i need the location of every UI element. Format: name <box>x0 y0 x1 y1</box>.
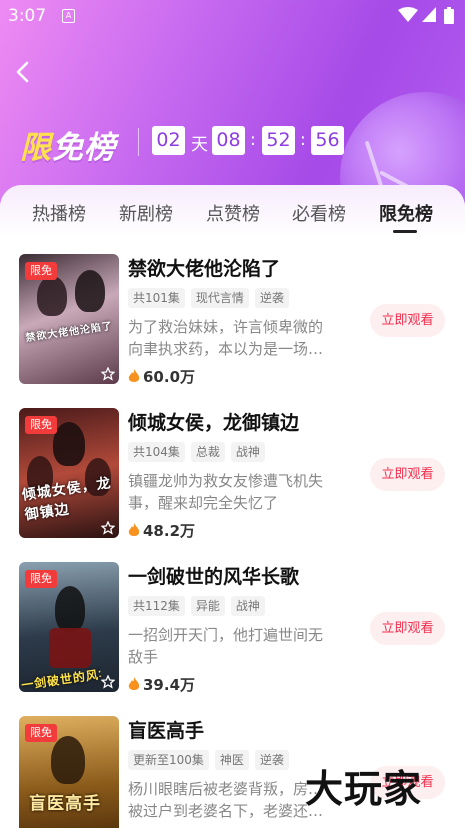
favorite-star-icon[interactable] <box>101 367 115 381</box>
countdown-sep: : <box>250 130 256 150</box>
tag: 更新至100集 <box>128 750 209 770</box>
description-line: 一招剑开天门，他打遍世间无 <box>128 626 324 644</box>
tag-list: 共101集 现代言情 逆袭 <box>128 287 295 308</box>
popularity: 39.4万 <box>128 674 195 695</box>
description-line: 为了救治妹妹，许言倾卑微的 <box>128 318 324 336</box>
popularity: 48.2万 <box>128 520 195 541</box>
drama-title[interactable]: 倾城女侯，龙御镇边 <box>128 408 299 435</box>
popularity: 60.0万 <box>128 366 195 387</box>
tag: 逆袭 <box>254 288 289 308</box>
drama-title[interactable]: 盲医高手 <box>128 716 204 743</box>
list-item[interactable]: 限免 倾城女侯，龙御镇边 倾城女侯，龙御镇边 共104集 总裁 战神 镇疆龙帅为救女… <box>0 408 465 558</box>
flame-icon <box>128 523 140 536</box>
tag: 异能 <box>190 596 225 616</box>
drama-description: 镇疆龙帅为救女友惨遭飞机失 事，醒来却完全失忆了 <box>128 470 338 514</box>
drama-description: 一招剑开天门，他打遍世间无 敌手 <box>128 624 338 668</box>
poster-image[interactable]: 限免 盲医高手 <box>19 716 119 828</box>
countdown-minutes: 52 <box>262 126 295 155</box>
poster-title-art: 一剑破世的风华长歌 <box>20 665 102 692</box>
countdown-day-unit: 天 <box>191 135 208 155</box>
tag-list: 共104集 总裁 战神 <box>128 441 271 462</box>
title-divider <box>138 128 139 156</box>
flame-icon <box>128 369 140 382</box>
popularity-count: 39.4万 <box>143 676 196 694</box>
tab-likes[interactable]: 点赞榜 <box>206 200 260 226</box>
hero-banner <box>0 0 465 215</box>
poster-image[interactable]: 限免 倾城女侯，龙御镇边 <box>19 408 119 538</box>
tag: 战神 <box>230 442 265 462</box>
popularity-count: 48.2万 <box>143 522 196 540</box>
tag: 共101集 <box>128 288 185 308</box>
notification-icon: A <box>62 9 75 23</box>
drama-title[interactable]: 禁欲大佬他沦陷了 <box>128 254 280 281</box>
description-line: 敌手 <box>128 648 159 666</box>
poster-title-art: 禁欲大佬他沦陷了 <box>24 320 114 345</box>
poster-title-art: 盲医高手 <box>29 794 101 814</box>
flame-icon <box>128 677 140 690</box>
countdown-sep: : <box>300 130 306 150</box>
tag-list: 更新至100集 神医 逆袭 <box>128 749 295 770</box>
tag: 战神 <box>230 596 265 616</box>
tag: 逆袭 <box>254 750 289 770</box>
wifi-icon <box>398 7 418 22</box>
popularity-count: 60.0万 <box>143 368 196 386</box>
watch-now-button[interactable]: 立即观看 <box>370 304 445 337</box>
poster-image[interactable]: 限免 一剑破世的风华长歌 <box>19 562 119 692</box>
countdown-days: 02 <box>152 126 185 155</box>
drama-title[interactable]: 一剑破世的风华长歌 <box>128 562 299 589</box>
tag: 现代言情 <box>190 288 249 308</box>
status-bar: 3:07 A <box>0 0 465 32</box>
countdown-seconds: 56 <box>311 126 344 155</box>
tab-hot[interactable]: 热播榜 <box>32 200 86 226</box>
tag-list: 共112集 异能 战神 <box>128 595 271 616</box>
description-line: 镇疆龙帅为救女友惨遭飞机失 <box>128 472 324 490</box>
page-title-highlight: 限 <box>20 130 52 166</box>
countdown-hours: 08 <box>212 126 245 155</box>
free-badge: 限免 <box>25 262 57 280</box>
list-item[interactable]: 限免 一剑破世的风华长歌 一剑破世的风华长歌 共112集 异能 战神 一招剑开天门，… <box>0 562 465 712</box>
list-item[interactable]: 限免 禁欲大佬他沦陷了 禁欲大佬他沦陷了 共101集 现代言情 逆袭 为了救治妹妹，… <box>0 254 465 404</box>
tag: 总裁 <box>190 442 225 462</box>
watch-now-button[interactable]: 立即观看 <box>370 458 445 491</box>
free-badge: 限免 <box>25 416 57 434</box>
active-tab-indicator <box>393 230 417 233</box>
description-line: 向聿执求药，本以为是一场… <box>128 340 324 358</box>
tag: 共104集 <box>128 442 185 462</box>
favorite-star-icon[interactable] <box>101 521 115 535</box>
description-line: 事，醒来却完全失忆了 <box>128 494 279 512</box>
page-title: 限免榜 <box>20 122 116 167</box>
page-title-rest: 免榜 <box>52 130 116 166</box>
free-badge: 限免 <box>25 724 57 742</box>
tag: 神医 <box>214 750 249 770</box>
free-badge: 限免 <box>25 570 57 588</box>
tab-new[interactable]: 新剧榜 <box>119 200 173 226</box>
battery-icon <box>444 7 454 24</box>
tag: 共112集 <box>128 596 185 616</box>
drama-description: 为了救治妹妹，许言倾卑微的 向聿执求药，本以为是一场… <box>128 316 338 360</box>
favorite-star-icon[interactable] <box>101 675 115 689</box>
back-arrow-icon[interactable] <box>10 58 36 86</box>
poster-image[interactable]: 限免 禁欲大佬他沦陷了 <box>19 254 119 384</box>
tab-free[interactable]: 限免榜 <box>379 200 433 226</box>
tab-must-watch[interactable]: 必看榜 <box>292 200 346 226</box>
status-time: 3:07 <box>8 6 47 26</box>
watch-now-button[interactable]: 立即观看 <box>370 612 445 645</box>
signal-icon <box>422 7 436 22</box>
watermark-logo: 大玩家 <box>305 767 423 811</box>
